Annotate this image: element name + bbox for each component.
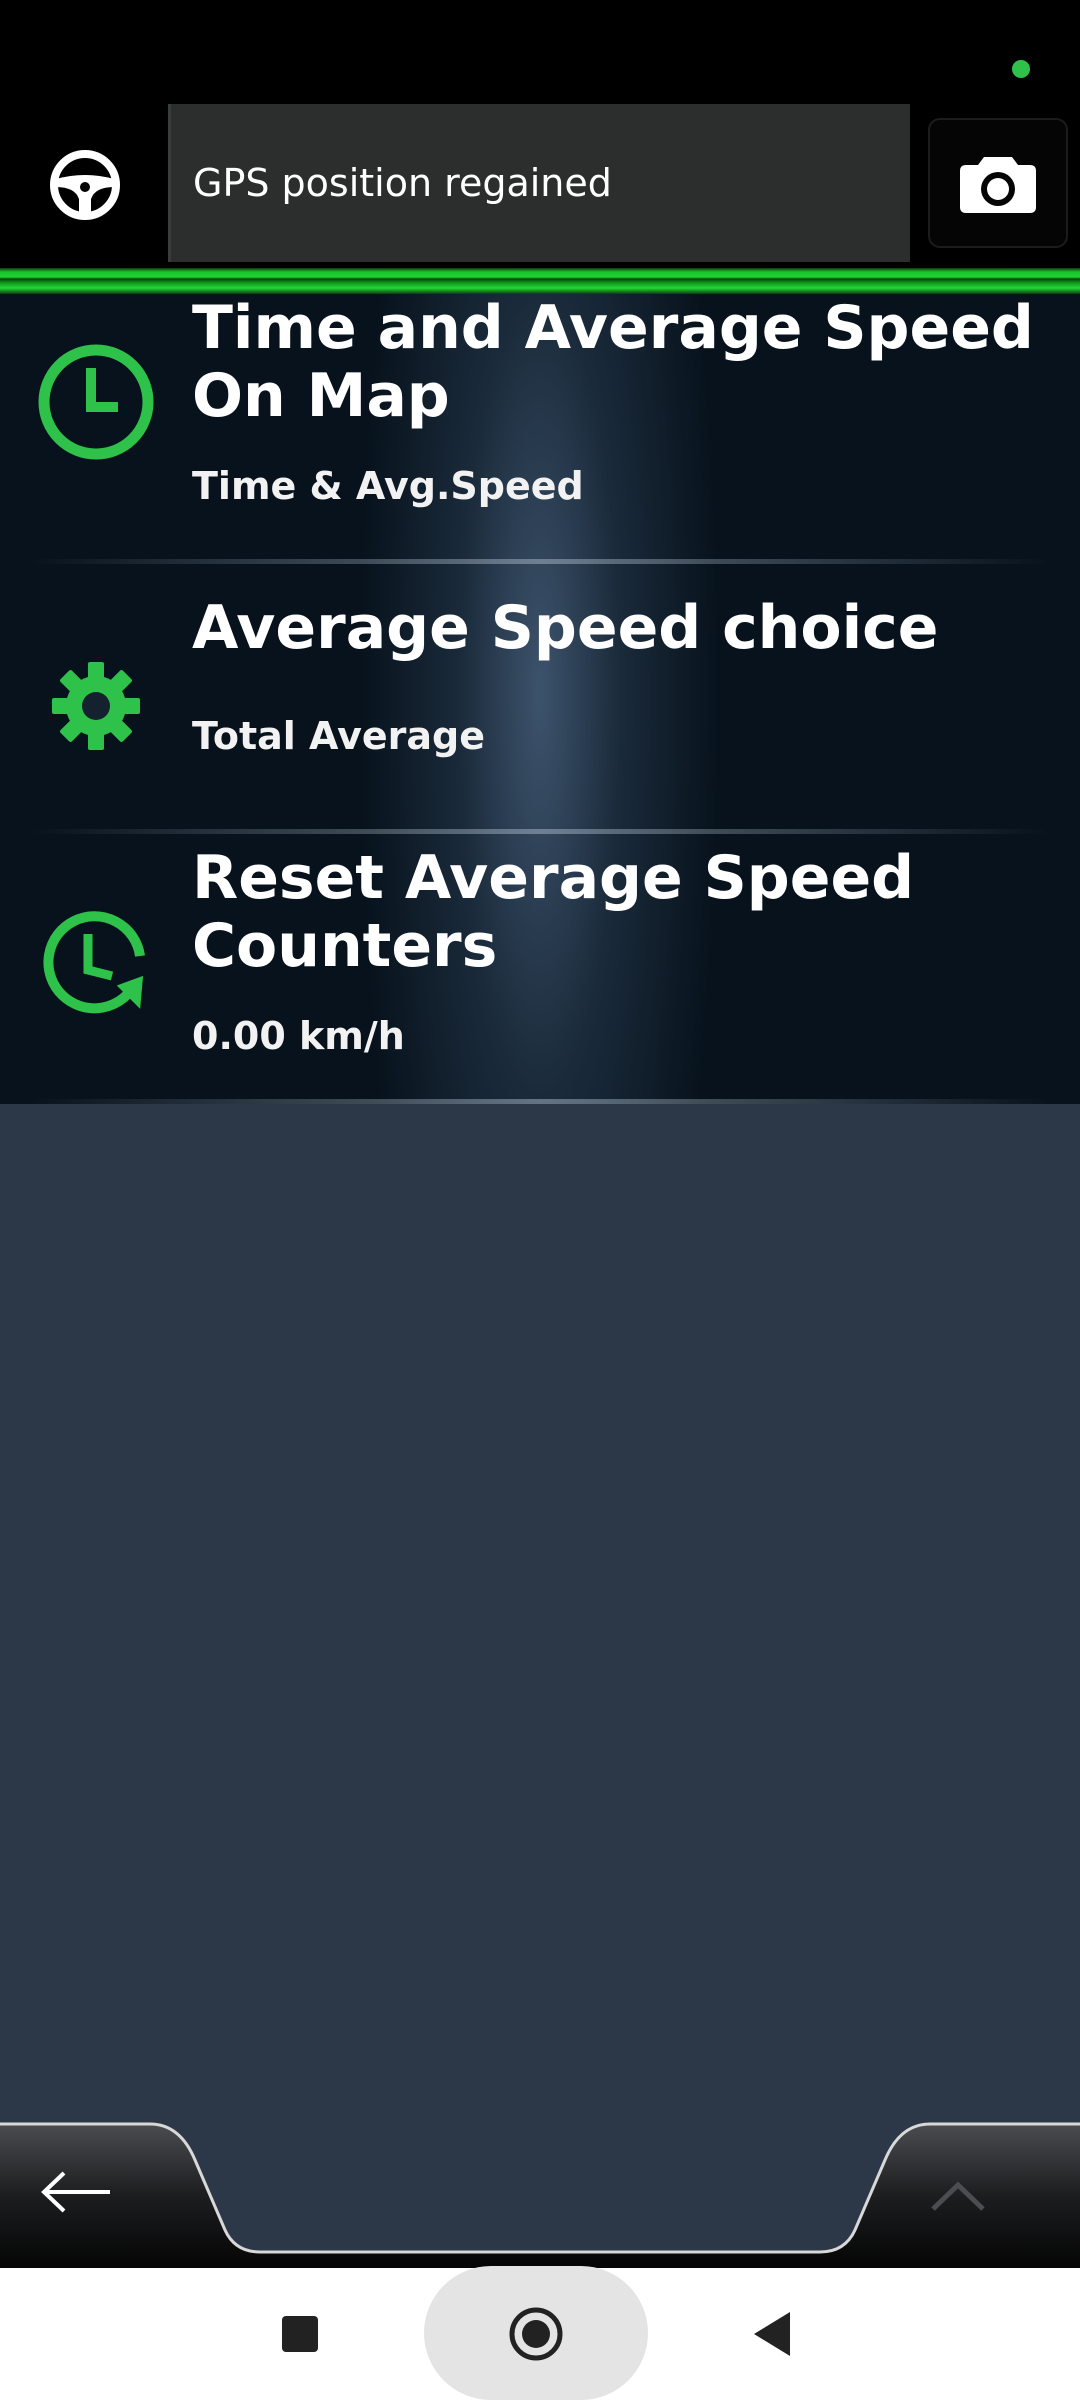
driving-mode-button[interactable] xyxy=(30,130,140,240)
top-bar: GPS position regained xyxy=(0,0,1080,270)
steering-wheel-icon xyxy=(50,150,120,220)
system-back-button[interactable] xyxy=(712,2268,832,2400)
scroll-up-button[interactable] xyxy=(930,2180,1040,2260)
settings-list: Time and Average Speed On Map Time & Avg… xyxy=(0,294,1080,1104)
back-button[interactable] xyxy=(40,2170,180,2270)
gear-icon xyxy=(34,644,158,768)
recents-button[interactable] xyxy=(240,2268,360,2400)
chevron-up-icon xyxy=(931,2181,985,2211)
gps-status-dot xyxy=(1012,60,1030,78)
setting-value: Total Average xyxy=(192,714,485,758)
setting-average-speed-choice[interactable]: Average Speed choice Total Average xyxy=(0,564,1080,834)
setting-title: Time and Average Speed On Map xyxy=(192,293,1034,431)
camera-button[interactable] xyxy=(928,118,1068,248)
recents-square-icon xyxy=(282,2316,318,2352)
setting-title: Average Speed choice xyxy=(192,593,939,663)
history-reset-icon xyxy=(34,904,158,1028)
setting-reset-average-speed[interactable]: Reset Average Speed Counters 0.00 km/h xyxy=(0,834,1080,1104)
clock-icon xyxy=(34,340,158,464)
home-circle-icon xyxy=(509,2307,563,2361)
row-divider xyxy=(30,1099,1050,1104)
back-triangle-icon xyxy=(754,2312,790,2356)
setting-title: Reset Average Speed Counters xyxy=(192,843,915,981)
camera-icon xyxy=(960,157,1036,213)
toast-text: GPS position regained xyxy=(193,161,612,205)
bottom-app-bar xyxy=(0,2120,1080,2268)
setting-time-and-speed-on-map[interactable]: Time and Average Speed On Map Time & Avg… xyxy=(0,294,1080,564)
gps-toast: GPS position regained xyxy=(168,104,910,262)
arrow-left-icon xyxy=(41,2171,110,2213)
accent-strip xyxy=(0,268,1080,294)
setting-value: Time & Avg.Speed xyxy=(192,464,584,508)
home-button[interactable] xyxy=(476,2268,596,2400)
setting-value: 0.00 km/h xyxy=(192,1014,405,1058)
